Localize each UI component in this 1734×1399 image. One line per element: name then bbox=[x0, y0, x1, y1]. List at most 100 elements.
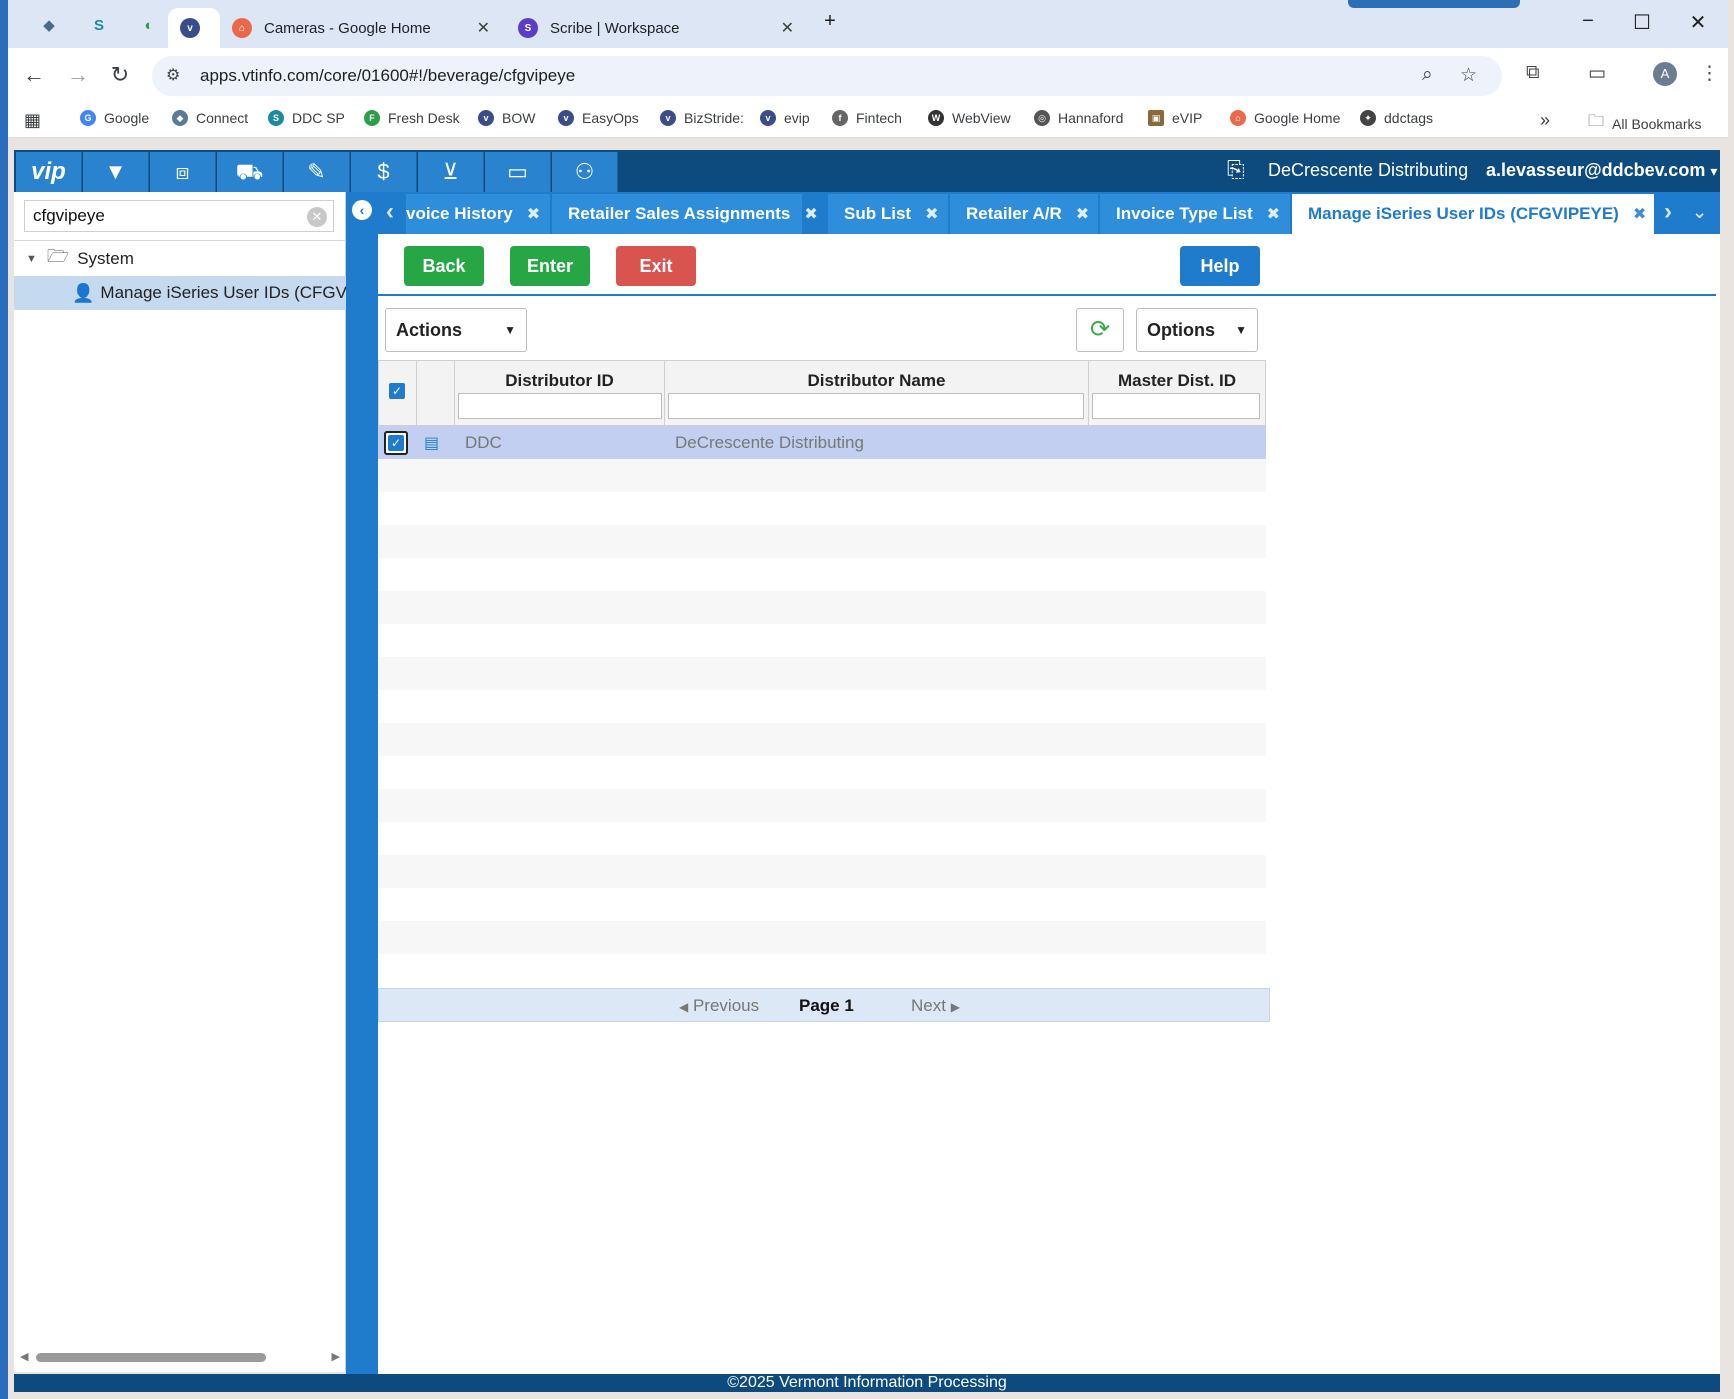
actions-dropdown[interactable]: Actions ▼ bbox=[385, 308, 527, 352]
more-bookmarks-icon[interactable]: » bbox=[1540, 110, 1550, 131]
presentation-icon[interactable]: ▭ bbox=[485, 152, 551, 192]
bookmark-star-icon[interactable]: ☆ bbox=[1460, 64, 1477, 87]
pinned-tab-sharepoint-icon[interactable]: S bbox=[84, 10, 114, 40]
document-export-icon[interactable]: ⎘ bbox=[1227, 157, 1245, 183]
connect-icon: ◆ bbox=[172, 110, 188, 126]
bookmark-evip-2[interactable]: ▣ eVIP bbox=[1148, 110, 1202, 126]
bookmark-bizstride[interactable]: v BizStride: bbox=[660, 110, 744, 126]
options-dropdown[interactable]: Options ▼ bbox=[1136, 308, 1258, 352]
clear-search-icon[interactable]: ✕ bbox=[307, 207, 327, 227]
tab-retailer-ar[interactable]: Retailer A/R ✖ bbox=[950, 194, 1098, 234]
refresh-button[interactable]: ⟳ bbox=[1076, 308, 1124, 352]
close-tab-icon[interactable]: ✖ bbox=[1267, 204, 1280, 224]
pinned-tab-connect-icon[interactable]: ◆ bbox=[34, 10, 64, 40]
bookmark-connect[interactable]: ◆ Connect bbox=[172, 110, 248, 126]
new-tab-icon[interactable]: + bbox=[810, 10, 850, 33]
close-window-icon[interactable]: ✕ bbox=[1678, 10, 1718, 35]
tab-retailer-sales-assignments[interactable]: Retailer Sales Assignments ✖ bbox=[552, 194, 818, 234]
browser-tab-scribe[interactable]: S Scribe | Workspace ✕ bbox=[506, 8, 804, 48]
close-tab-icon[interactable]: ✕ bbox=[477, 18, 490, 38]
close-tab-icon[interactable]: ✖ bbox=[804, 204, 817, 224]
tree-node-manage-iseries[interactable]: 👤 Manage iSeries User IDs (CFGVIPEYE) bbox=[14, 276, 346, 310]
extensions-icon[interactable]: ⧉ bbox=[1526, 62, 1540, 84]
pinned-tab-freshdesk-icon[interactable]: ◐ bbox=[134, 10, 164, 40]
column-distributor-name[interactable]: Distributor Name bbox=[665, 361, 1089, 427]
bookmark-easyops[interactable]: v EasyOps bbox=[558, 110, 639, 126]
bookmark-google[interactable]: G Google bbox=[80, 110, 149, 126]
forward-arrow-icon[interactable]: → bbox=[62, 60, 94, 92]
zoom-icon[interactable]: ⌕ bbox=[1422, 64, 1433, 86]
browser-tab-cameras[interactable]: ⌂ Cameras - Google Home ✕ bbox=[220, 8, 500, 48]
scroll-left-icon[interactable]: ◀ bbox=[20, 1350, 28, 1363]
next-page-button[interactable]: Next ▶ bbox=[911, 996, 960, 1016]
tab-invoice-history[interactable]: voice History ✖ bbox=[406, 194, 550, 234]
back-button[interactable]: Back bbox=[404, 246, 484, 286]
close-tab-icon[interactable]: ✖ bbox=[925, 204, 938, 224]
tab-sub-list[interactable]: Sub List ✖ bbox=[828, 194, 948, 234]
all-bookmarks[interactable]: 🗀 All Bookmarks bbox=[1588, 110, 1701, 137]
tab-invoice-type-list[interactable]: Invoice Type List ✖ bbox=[1100, 194, 1290, 234]
bookmark-google-home[interactable]: ⌂ Google Home bbox=[1230, 110, 1340, 126]
bookmark-evip[interactable]: v evip bbox=[760, 110, 810, 126]
select-all-checkbox[interactable]: ✓ bbox=[389, 383, 405, 399]
beverage-module-icon[interactable]: ▼ bbox=[83, 152, 149, 192]
menu-kebab-icon[interactable]: ⋮ bbox=[1700, 62, 1719, 85]
row-detail-icon[interactable]: ▤ bbox=[424, 433, 439, 453]
dollar-icon[interactable]: $ bbox=[351, 152, 417, 192]
scrollbar-thumb[interactable] bbox=[36, 1353, 266, 1362]
close-tab-icon[interactable]: ✖ bbox=[1076, 204, 1089, 224]
tools-wrench-icon[interactable]: ✎ bbox=[284, 152, 350, 192]
bookmark-bow[interactable]: v BOW bbox=[478, 110, 535, 126]
filter-distributor-id-input[interactable] bbox=[458, 393, 662, 419]
maximize-icon[interactable]: ☐ bbox=[1622, 10, 1662, 35]
shopping-cart-icon[interactable]: ⊻ bbox=[418, 152, 484, 192]
expand-triangle-icon[interactable]: ▼ bbox=[26, 253, 37, 265]
bookmark-ddctags[interactable]: ✦ ddctags bbox=[1360, 110, 1433, 126]
user-menu[interactable]: a.levasseur@ddcbev.com ▾ bbox=[1486, 160, 1717, 181]
enter-button[interactable]: Enter bbox=[510, 246, 590, 286]
close-tab-icon[interactable]: ✖ bbox=[1633, 204, 1646, 224]
refresh-icon: ⟳ bbox=[1089, 316, 1111, 343]
bookmark-ddc-sp[interactable]: S DDC SP bbox=[268, 110, 345, 126]
table-row[interactable]: ✓ ▤ DDC DeCrescente Distributing bbox=[378, 426, 1266, 459]
pinned-tab-vip[interactable]: v bbox=[168, 8, 220, 48]
site-settings-icon[interactable]: ⚙ bbox=[166, 65, 180, 85]
apps-grid-icon[interactable]: ▦ bbox=[24, 110, 41, 131]
menu-search-input[interactable] bbox=[25, 201, 295, 231]
bookmark-webview[interactable]: W WebView bbox=[928, 110, 1011, 126]
reload-icon[interactable]: ↻ bbox=[104, 60, 136, 92]
user-admin-icon[interactable]: ⚇ bbox=[552, 152, 618, 192]
column-master-dist-id[interactable]: Master Dist. ID bbox=[1089, 361, 1265, 427]
bookmark-fresh-desk[interactable]: F Fresh Desk bbox=[364, 110, 460, 126]
minimize-icon[interactable]: − bbox=[1568, 10, 1608, 33]
binoculars-module-icon[interactable]: ⧈ bbox=[150, 152, 216, 192]
help-button[interactable]: Help bbox=[1180, 246, 1260, 286]
delivery-truck-icon[interactable]: ⛟ bbox=[217, 152, 283, 192]
close-tab-icon[interactable]: ✖ bbox=[527, 204, 540, 224]
column-distributor-id[interactable]: Distributor ID bbox=[455, 361, 665, 427]
address-bar[interactable]: ⚙ apps.vtinfo.com/core/01600#!/beverage/… bbox=[152, 56, 1502, 96]
empty-row bbox=[378, 723, 1266, 756]
filter-master-dist-id-input[interactable] bbox=[1092, 393, 1260, 419]
tabs-menu-chevron-down-icon[interactable]: ⌄ bbox=[1692, 202, 1707, 223]
filter-distributor-name-input[interactable] bbox=[668, 393, 1084, 419]
chevron-down-icon: ▾ bbox=[1710, 163, 1718, 179]
tree-node-system[interactable]: ▼ 🗁 System bbox=[14, 242, 346, 276]
previous-page-button[interactable]: ◀ Previous bbox=[679, 996, 759, 1016]
back-arrow-icon[interactable]: ← bbox=[18, 60, 50, 92]
bookmark-fintech[interactable]: f Fintech bbox=[832, 110, 902, 126]
empty-row bbox=[378, 855, 1266, 888]
close-tab-icon[interactable]: ✕ bbox=[781, 18, 794, 38]
profile-avatar[interactable]: A bbox=[1653, 62, 1677, 86]
collapse-sidebar-icon[interactable]: ‹ bbox=[352, 200, 372, 220]
tabs-scroll-right-icon[interactable]: › bbox=[1664, 198, 1672, 226]
exit-button[interactable]: Exit bbox=[616, 246, 696, 286]
row-checkbox[interactable]: ✓ bbox=[384, 431, 408, 455]
bookmark-hannaford[interactable]: ◎ Hannaford bbox=[1034, 110, 1123, 126]
scroll-right-icon[interactable]: ▶ bbox=[332, 1350, 340, 1363]
tab-manage-iseries-user-ids[interactable]: Manage iSeries User IDs (CFGVIPEYE) ✖ bbox=[1292, 194, 1654, 234]
tab-search-icon[interactable]: ▭ bbox=[1588, 62, 1606, 85]
vip-logo[interactable]: vip bbox=[16, 152, 82, 192]
tabs-scroll-left-icon[interactable]: ‹ bbox=[386, 198, 394, 226]
horizontal-scrollbar[interactable]: ◀ ▶ bbox=[20, 1350, 340, 1364]
